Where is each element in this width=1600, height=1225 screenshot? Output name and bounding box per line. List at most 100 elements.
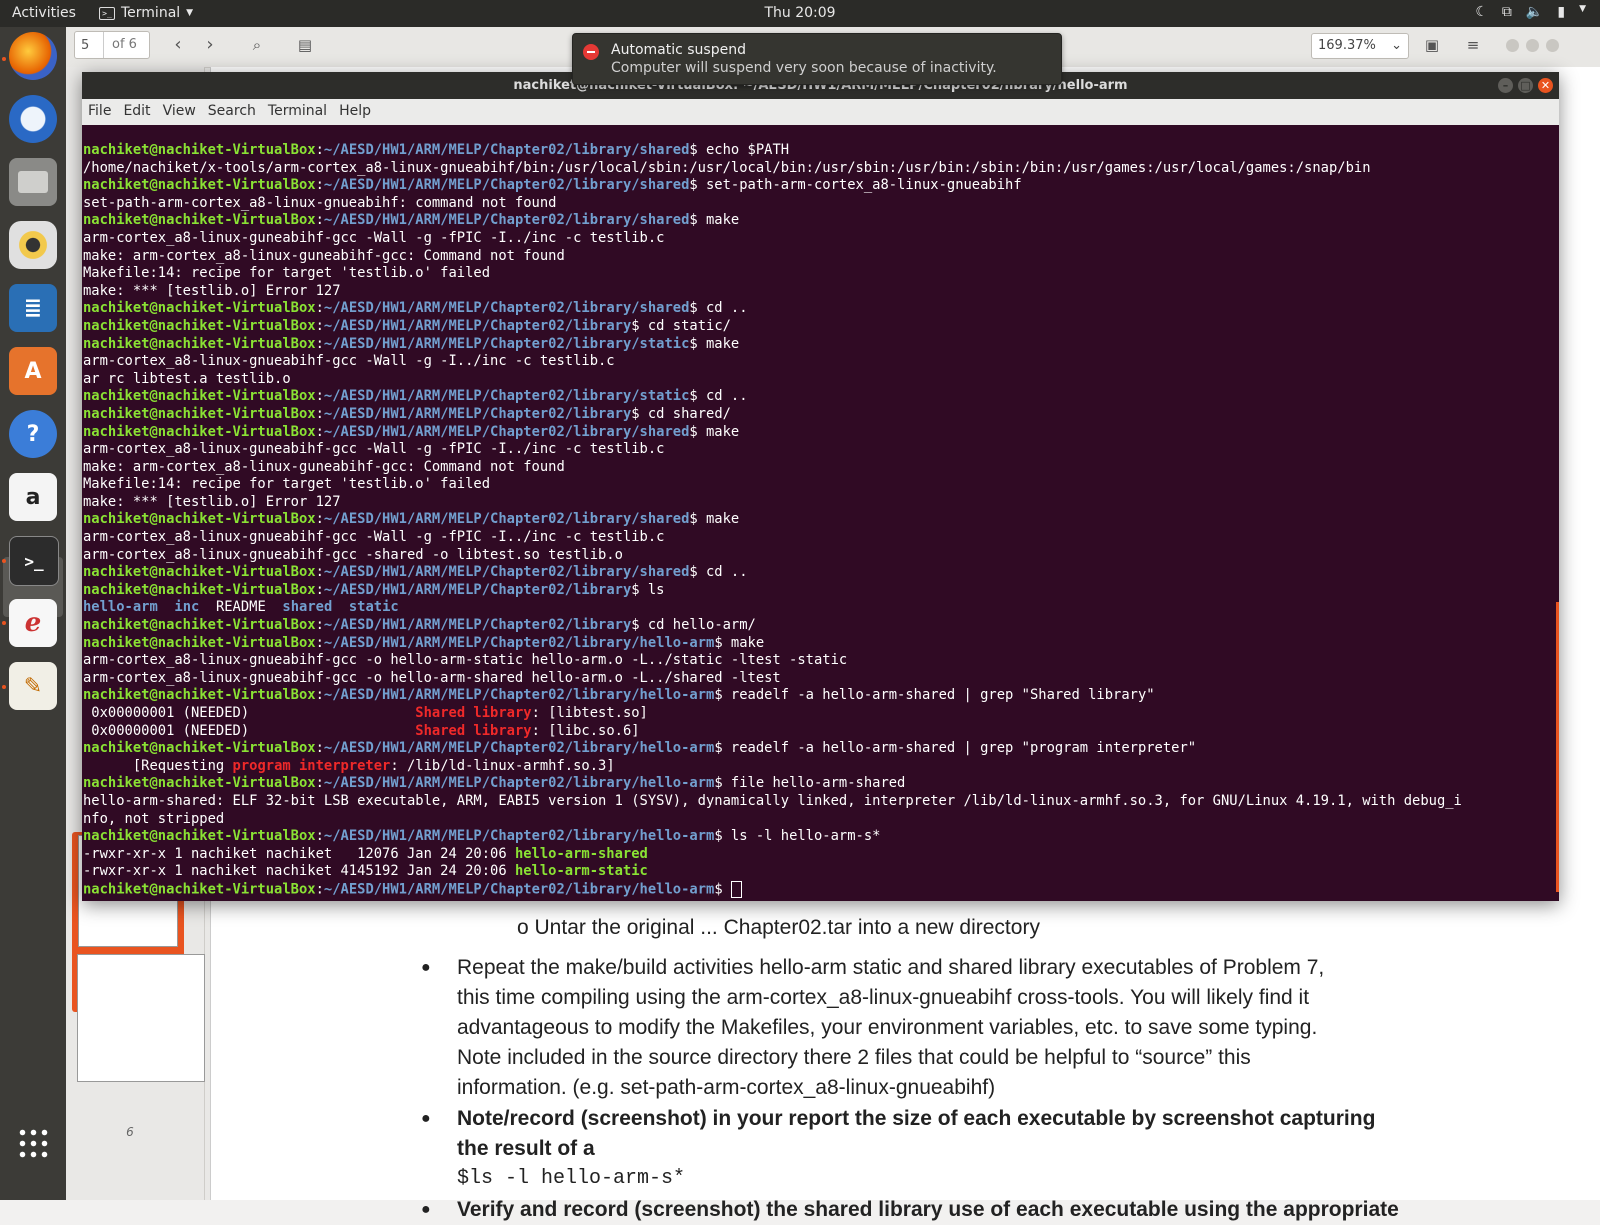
page-total: of 6 bbox=[103, 32, 137, 58]
terminal-line: make: *** [testlib.o] Error 127 bbox=[83, 493, 341, 510]
bullet-icon: ● bbox=[421, 1110, 431, 1127]
menu-file[interactable]: File bbox=[82, 99, 117, 125]
terminal-line: nachiket@nachiket-VirtualBox:~/AESD/HW1/… bbox=[83, 511, 740, 528]
notification-title: Automatic suspend bbox=[611, 42, 746, 58]
terminal-line: nachiket@nachiket-VirtualBox:~/AESD/HW1/… bbox=[83, 740, 1197, 757]
terminal-prompt-line[interactable]: nachiket@nachiket-VirtualBox:~/AESD/HW1/… bbox=[82, 880, 1552, 899]
terminal-output[interactable]: nachiket@nachiket-VirtualBox:~/AESD/HW1/… bbox=[82, 125, 1552, 901]
chevron-down-icon[interactable]: ▼ bbox=[1579, 4, 1586, 20]
rhythmbox-icon[interactable] bbox=[9, 221, 57, 269]
terminal-line: make: arm-cortex_a8-linux-guneabihf-gcc:… bbox=[83, 247, 565, 264]
doc-text-partial: o Untar the original ... Chapter02.tar i… bbox=[457, 913, 1407, 943]
terminal-line: Makefile:14: recipe for target 'testlib.… bbox=[83, 476, 491, 493]
zoom-select[interactable]: 169.37% ⌄ bbox=[1311, 33, 1409, 59]
menu-help[interactable]: Help bbox=[333, 99, 377, 125]
bullet-icon: ● bbox=[421, 959, 431, 976]
menu-edit[interactable]: Edit bbox=[117, 99, 156, 125]
doc-line: Note/record (screenshot) in your report … bbox=[457, 1107, 1376, 1130]
terminal-line: nachiket@nachiket-VirtualBox:~/AESD/HW1/… bbox=[83, 335, 740, 352]
terminal-line: nfo, not stripped bbox=[83, 810, 225, 827]
terminal-line: arm-cortex_a8-linux-guneabihf-gcc -Wall … bbox=[83, 229, 665, 246]
search-icon[interactable]: ⌕ bbox=[245, 33, 269, 57]
terminal-line: nachiket@nachiket-VirtualBox:~/AESD/HW1/… bbox=[83, 775, 906, 792]
error-icon bbox=[583, 44, 599, 60]
terminal-line: set-path-arm-cortex_a8-linux-gnueabihf: … bbox=[83, 194, 557, 211]
document-viewer-icon[interactable]: ℯ bbox=[9, 599, 57, 647]
terminal-line: /home/nachiket/x-tools/arm-cortex_a8-lin… bbox=[83, 159, 1371, 176]
amazon-icon[interactable]: a bbox=[9, 473, 57, 521]
terminal-line: arm-cortex_a8-linux-gnueabihf-gcc -Wall … bbox=[83, 353, 615, 370]
battery-icon[interactable]: ▮ bbox=[1557, 4, 1565, 20]
maximize-button[interactable] bbox=[1526, 39, 1539, 52]
ubuntu-software-icon[interactable]: A bbox=[9, 347, 57, 395]
terminal-line: make: *** [testlib.o] Error 127 bbox=[83, 282, 341, 299]
doc-bullet-1: ● Repeat the make/build activities hello… bbox=[421, 953, 1407, 1103]
terminal-line: -rwxr-xr-x 1 nachiket nachiket 12076 Jan… bbox=[83, 845, 648, 862]
network-icon[interactable]: ⧉ bbox=[1502, 4, 1512, 20]
terminal-line: nachiket@nachiket-VirtualBox:~/AESD/HW1/… bbox=[83, 300, 748, 317]
notification-banner[interactable]: Automatic suspend Computer will suspend … bbox=[572, 33, 1062, 85]
sidebar-toggle-icon[interactable]: ▤ bbox=[293, 33, 317, 57]
text-editor-icon[interactable]: ✎ bbox=[9, 662, 57, 710]
page-number-field[interactable]: 5 of 6 bbox=[74, 31, 150, 59]
terminal-line: nachiket@nachiket-VirtualBox:~/AESD/HW1/… bbox=[83, 617, 756, 634]
thunderbird-icon[interactable] bbox=[9, 95, 57, 143]
thumbnail-label: 6 bbox=[126, 1125, 134, 1139]
doc-line: this time compiling using the arm-cortex… bbox=[457, 986, 1310, 1009]
menu-search[interactable]: Search bbox=[202, 99, 262, 125]
terminal-line: arm-cortex_a8-linux-gnueabihf-gcc -Wall … bbox=[83, 529, 665, 546]
terminal-line: ar rc libtest.a testlib.o bbox=[83, 370, 291, 387]
terminal-line: nachiket@nachiket-VirtualBox:~/AESD/HW1/… bbox=[83, 317, 731, 334]
terminal-line: [Requesting program interpreter: /lib/ld… bbox=[83, 757, 615, 774]
next-page-icon[interactable]: › bbox=[198, 33, 222, 57]
terminal-line: nachiket@nachiket-VirtualBox:~/AESD/HW1/… bbox=[83, 581, 665, 598]
show-applications-icon[interactable] bbox=[17, 1127, 49, 1159]
doc-code: $ls -l hello-arm-s* bbox=[457, 1167, 686, 1190]
annotate-icon[interactable]: ▣ bbox=[1420, 33, 1444, 57]
minimize-button[interactable]: – bbox=[1498, 78, 1513, 93]
app-menu[interactable]: >_ Terminal ▼ bbox=[99, 5, 193, 21]
help-icon[interactable]: ? bbox=[9, 410, 57, 458]
terminal-icon[interactable]: >_ bbox=[9, 536, 59, 586]
scrollbar[interactable] bbox=[1556, 602, 1559, 892]
maximize-button[interactable]: □ bbox=[1518, 78, 1533, 93]
running-indicator bbox=[2, 685, 6, 689]
libreoffice-writer-icon[interactable]: ≣ bbox=[9, 284, 57, 332]
chevron-down-icon: ▼ bbox=[186, 8, 194, 18]
terminal-line: 0x00000001 (NEEDED) Shared library: [lib… bbox=[83, 722, 640, 739]
terminal-line: nachiket@nachiket-VirtualBox:~/AESD/HW1/… bbox=[83, 388, 748, 405]
menu-terminal[interactable]: Terminal bbox=[262, 99, 333, 125]
doc-bullet-2: ● Note/record (screenshot) in your repor… bbox=[421, 1104, 1407, 1194]
terminal-window[interactable]: nachiket@nachiket-VirtualBox: ~/AESD/HW1… bbox=[82, 72, 1559, 901]
files-icon[interactable] bbox=[9, 158, 57, 206]
firefox-icon[interactable] bbox=[9, 32, 57, 80]
terminal-line: Makefile:14: recipe for target 'testlib.… bbox=[83, 265, 491, 282]
doc-subbullet: o Untar the original ... Chapter02.tar i… bbox=[517, 916, 1040, 939]
clock[interactable]: Thu 20:09 bbox=[0, 5, 1600, 21]
volume-icon[interactable]: 🔈 bbox=[1526, 4, 1543, 20]
doc-line: Repeat the make/build activities hello-a… bbox=[457, 956, 1325, 979]
system-tray[interactable]: ☾ ⧉ 🔈 ▮ ▼ bbox=[1475, 4, 1586, 20]
terminal-line: nachiket@nachiket-VirtualBox:~/AESD/HW1/… bbox=[83, 687, 1155, 704]
doc-line: information. (e.g. set-path-arm-cortex_a… bbox=[457, 1076, 996, 1099]
terminal-line: nachiket@nachiket-VirtualBox:~/AESD/HW1/… bbox=[83, 405, 731, 422]
terminal-line: make: arm-cortex_a8-linux-guneabihf-gcc:… bbox=[83, 458, 565, 475]
running-indicator bbox=[2, 621, 6, 625]
current-page[interactable]: 5 bbox=[75, 38, 103, 53]
text-cursor bbox=[730, 880, 742, 898]
terminal-line: hello-arm-shared: ELF 32-bit LSB executa… bbox=[83, 792, 1462, 809]
terminal-line: nachiket@nachiket-VirtualBox:~/AESD/HW1/… bbox=[83, 423, 740, 440]
zoom-value: 169.37% bbox=[1318, 38, 1376, 53]
page-thumbnail-6[interactable] bbox=[77, 954, 205, 1082]
close-button[interactable] bbox=[1546, 39, 1559, 52]
terminal-line: arm-cortex_a8-linux-gnueabihf-gcc -o hel… bbox=[83, 669, 781, 686]
minimize-button[interactable] bbox=[1506, 39, 1519, 52]
activities-button[interactable]: Activities bbox=[12, 5, 76, 21]
night-light-icon[interactable]: ☾ bbox=[1475, 4, 1488, 20]
doc-line: the result of a bbox=[457, 1137, 595, 1160]
notification-body: Computer will suspend very soon because … bbox=[611, 60, 997, 76]
previous-page-icon[interactable]: ‹ bbox=[166, 33, 190, 57]
menu-view[interactable]: View bbox=[157, 99, 202, 125]
hamburger-menu-icon[interactable]: ≡ bbox=[1461, 33, 1485, 57]
close-button[interactable]: ✕ bbox=[1538, 78, 1553, 93]
